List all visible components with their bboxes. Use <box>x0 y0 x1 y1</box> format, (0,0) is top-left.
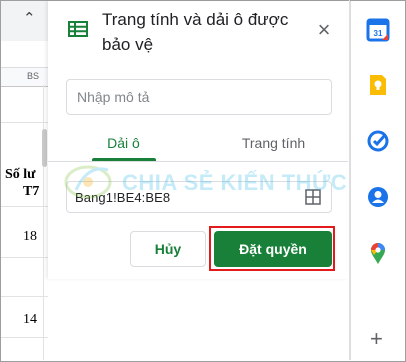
calendar-badge: 31 <box>374 29 383 38</box>
watermark-logo-icon <box>64 165 112 199</box>
table-row[interactable] <box>1 258 48 297</box>
cell-value: 14 <box>23 312 37 327</box>
column-header[interactable]: BS <box>1 67 48 87</box>
calendar-icon[interactable]: 31 <box>366 18 390 42</box>
protected-ranges-panel: Trang tính và dải ô được bảo vệ × Dải ô … <box>48 1 348 279</box>
watermark-text: CHIA SẺ KIẾN THỨC <box>122 170 348 195</box>
keep-icon[interactable] <box>366 73 390 97</box>
table-row[interactable]: Số lư T7 <box>1 123 48 207</box>
sheet-toolbar: ⌃ <box>1 1 48 41</box>
close-icon[interactable]: × <box>314 19 334 41</box>
table-row[interactable]: 14 <box>1 297 48 338</box>
set-permissions-button[interactable]: Đặt quyền <box>214 231 332 267</box>
tab-range[interactable]: Dải ô <box>48 135 199 151</box>
sheets-table-icon <box>68 21 88 42</box>
sheet-scrollbar-thumb[interactable] <box>42 129 47 167</box>
maps-icon[interactable] <box>366 241 390 265</box>
column-header-label: BS <box>27 71 40 81</box>
header-cell-line2: T7 <box>23 184 40 199</box>
cell-value: 18 <box>23 229 37 244</box>
cancel-button[interactable]: Hủy <box>130 231 206 267</box>
description-input[interactable] <box>66 79 332 115</box>
tab-sheet[interactable]: Trang tính <box>199 135 348 151</box>
table-row[interactable]: 18 <box>1 207 48 258</box>
header-cell-line1: Số lư <box>5 167 36 182</box>
table-row[interactable] <box>1 85 48 123</box>
tasks-icon[interactable] <box>366 129 390 153</box>
chevron-up-icon[interactable]: ⌃ <box>23 9 36 27</box>
add-addon-icon[interactable]: + <box>370 328 383 350</box>
grid-line <box>43 85 44 360</box>
watermark: CHIA SẺ KIẾN THỨC <box>64 160 347 200</box>
spreadsheet-grid: ⌃ BS Số lư T7 18 14 <box>1 1 48 360</box>
contacts-icon[interactable] <box>366 185 390 209</box>
panel-title: Trang tính và dải ô được bảo vệ <box>102 10 289 54</box>
addon-sidebar: 31 + <box>350 1 405 360</box>
